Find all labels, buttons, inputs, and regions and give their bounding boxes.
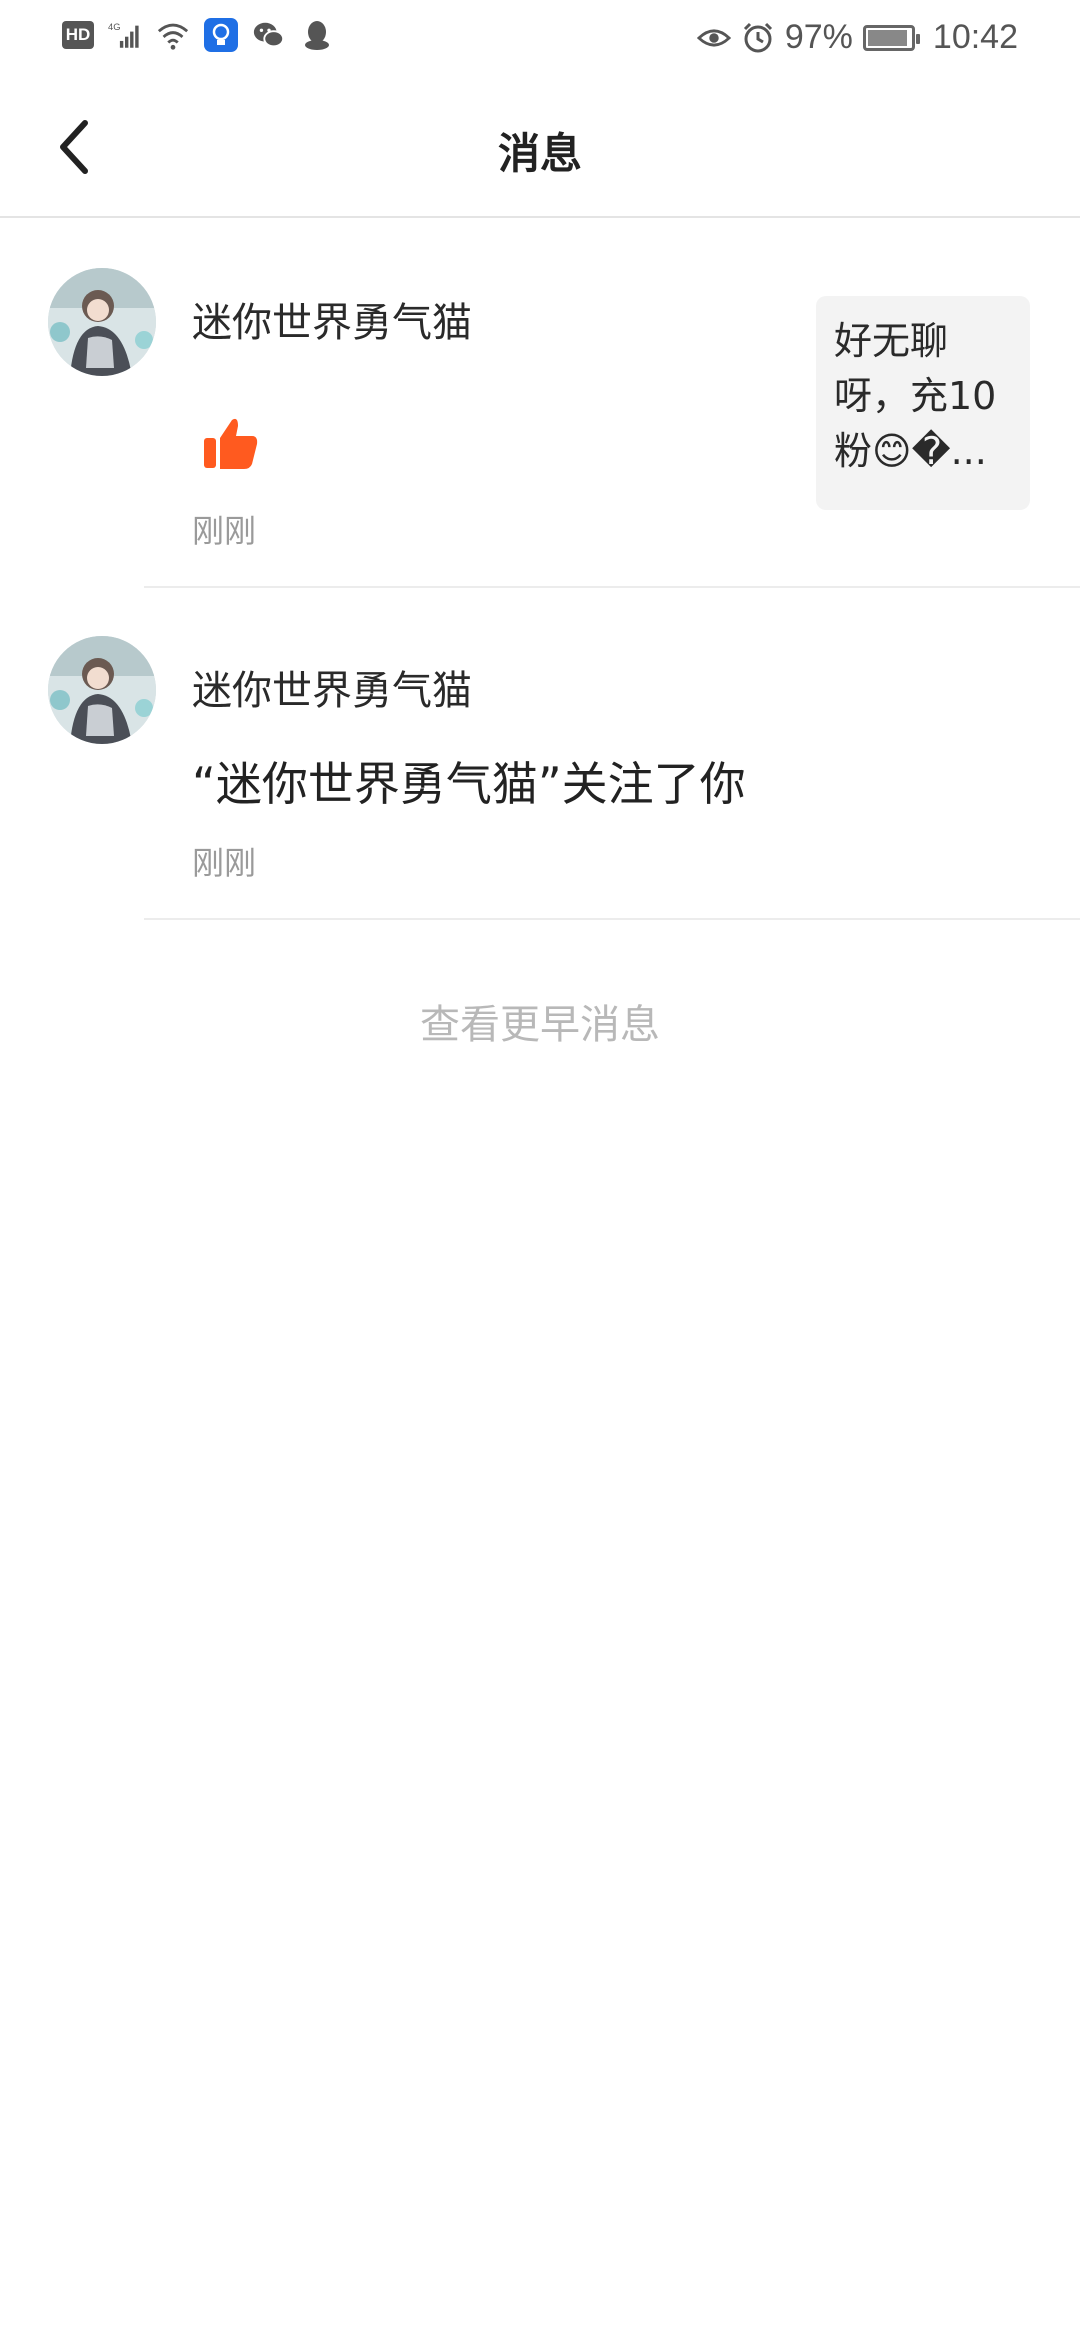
bulb-app-icon: [204, 18, 238, 52]
message-time: 刚刚: [192, 844, 257, 882]
avatar[interactable]: [48, 636, 156, 744]
hd-icon: HD: [62, 21, 94, 49]
view-earlier-messages-link[interactable]: 查看更早消息: [0, 992, 1080, 1050]
qq-icon: [305, 21, 329, 50]
network-type-label: 4G: [108, 22, 120, 32]
status-bar-right: 97% 10:42: [696, 18, 1018, 57]
message-item-like[interactable]: 迷你世界勇气猫 刚刚 好无聊呀，充10粉😊�...: [0, 218, 1080, 586]
user-name[interactable]: 迷你世界勇气猫: [192, 290, 472, 348]
user-name[interactable]: 迷你世界勇气猫: [192, 658, 472, 716]
divider: [144, 918, 1080, 920]
follow-notice-text: “迷你世界勇气猫”关注了你: [192, 757, 746, 811]
message-time: 刚刚: [192, 512, 257, 550]
quoted-post-text: 好无聊呀，充10粉😊�...: [834, 319, 997, 473]
top-bar: 消息: [0, 76, 1080, 218]
avatar[interactable]: [48, 268, 156, 376]
battery-icon: [862, 24, 920, 51]
battery-percent: 97%: [784, 18, 853, 56]
page-title: 消息: [497, 129, 582, 178]
wifi-icon: [157, 23, 189, 50]
signal-icon: 4G: [108, 22, 139, 48]
clock: 10:42: [932, 18, 1018, 56]
message-item-follow[interactable]: 迷你世界勇气猫 “迷你世界勇气猫”关注了你 刚刚: [0, 588, 1080, 918]
eye-icon: [696, 29, 731, 46]
wechat-icon: [253, 22, 285, 48]
status-bar-left: HD 4G: [62, 18, 334, 52]
alarm-icon: [743, 22, 772, 52]
quoted-post-preview[interactable]: 好无聊呀，充10粉😊�...: [816, 296, 1030, 510]
thumbs-up-icon: [204, 418, 258, 469]
status-bar: HD 4G 97% 10:42: [0, 0, 1080, 76]
